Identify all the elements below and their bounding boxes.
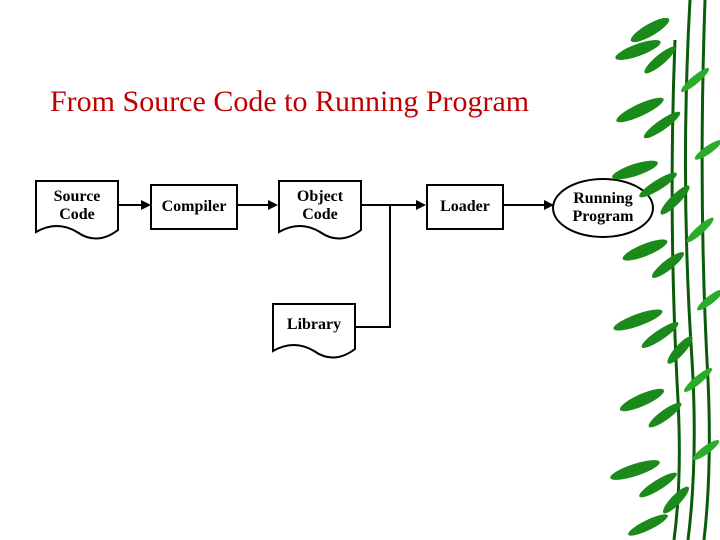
node-library-label: Library bbox=[274, 316, 354, 334]
arrowhead-loader-to-running bbox=[544, 200, 554, 210]
arrow-loader-to-running bbox=[502, 204, 546, 206]
arrowhead-source-to-compiler bbox=[141, 200, 151, 210]
bamboo-decoration bbox=[580, 0, 720, 540]
arrowhead-object-to-loader bbox=[416, 200, 426, 210]
node-object-code-label: Object Code bbox=[280, 188, 360, 225]
arrow-compiler-to-object bbox=[236, 204, 270, 206]
diagram-title: From Source Code to Running Program bbox=[50, 85, 529, 119]
node-loader: Loader bbox=[426, 184, 504, 230]
node-compiler: Compiler bbox=[150, 184, 238, 230]
node-source-code-label: Source Code bbox=[37, 188, 117, 225]
arrow-library-horizontal bbox=[356, 326, 391, 328]
node-loader-label: Loader bbox=[440, 198, 490, 216]
node-running-program-label: Running Program bbox=[572, 190, 633, 227]
node-running-program: Running Program bbox=[552, 178, 654, 238]
arrowhead-compiler-to-object bbox=[268, 200, 278, 210]
arrow-library-vertical bbox=[389, 206, 391, 326]
node-compiler-label: Compiler bbox=[162, 198, 227, 216]
arrow-source-to-compiler bbox=[119, 204, 143, 206]
